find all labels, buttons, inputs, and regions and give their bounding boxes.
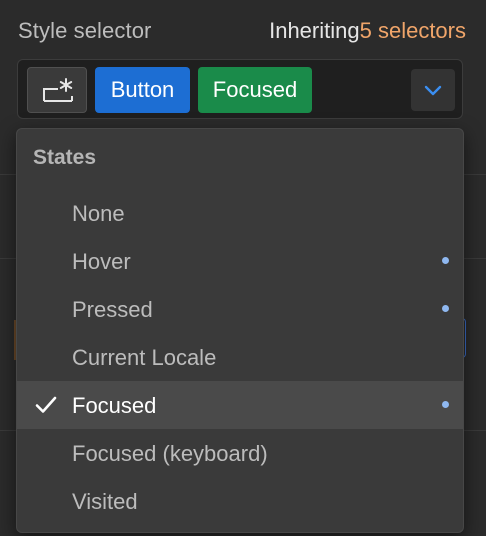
state-option-visited[interactable]: Visited	[17, 477, 463, 525]
selector-field[interactable]: Button Focused	[17, 59, 463, 119]
state-option-label: Focused	[72, 393, 157, 418]
state-option-none[interactable]: None	[17, 189, 463, 237]
has-styles-dot-icon	[442, 305, 449, 312]
new-selector-icon	[43, 78, 73, 102]
state-option-label: Current Locale	[72, 345, 217, 370]
state-option-focused-keyboard[interactable]: Focused (keyboard)	[17, 429, 463, 477]
state-option-hover[interactable]: Hover	[17, 237, 463, 285]
inheriting-label: Inheriting	[269, 18, 360, 43]
state-tag-focused[interactable]: Focused	[198, 67, 312, 113]
has-styles-dot-icon	[442, 257, 449, 264]
state-option-label: None	[72, 201, 125, 226]
checkmark-icon	[35, 395, 57, 420]
state-option-label: Hover	[72, 249, 131, 274]
state-option-pressed[interactable]: Pressed	[17, 285, 463, 333]
style-selector-title: Style selector	[18, 18, 152, 43]
state-option-label: Focused (keyboard)	[72, 441, 268, 466]
has-styles-dot-icon	[442, 401, 449, 408]
states-dropdown: States None Hover Pressed Current Locale…	[16, 128, 464, 533]
states-section-title: States	[33, 146, 97, 169]
states-dropdown-toggle[interactable]	[411, 69, 455, 111]
new-selector-button[interactable]	[27, 67, 87, 113]
state-option-label: Pressed	[72, 297, 153, 322]
class-tag-button[interactable]: Button	[95, 67, 190, 113]
style-selector-header: Style selector Inheriting5 selectors	[0, 0, 486, 60]
state-option-focused[interactable]: Focused	[17, 381, 463, 429]
inheriting-selectors-link[interactable]: 5 selectors	[360, 18, 466, 43]
state-option-label: Visited	[72, 489, 138, 514]
chevron-down-icon	[424, 85, 442, 96]
inheriting-info: Inheriting5 selectors	[269, 18, 466, 44]
state-option-current-locale[interactable]: Current Locale	[17, 333, 463, 381]
